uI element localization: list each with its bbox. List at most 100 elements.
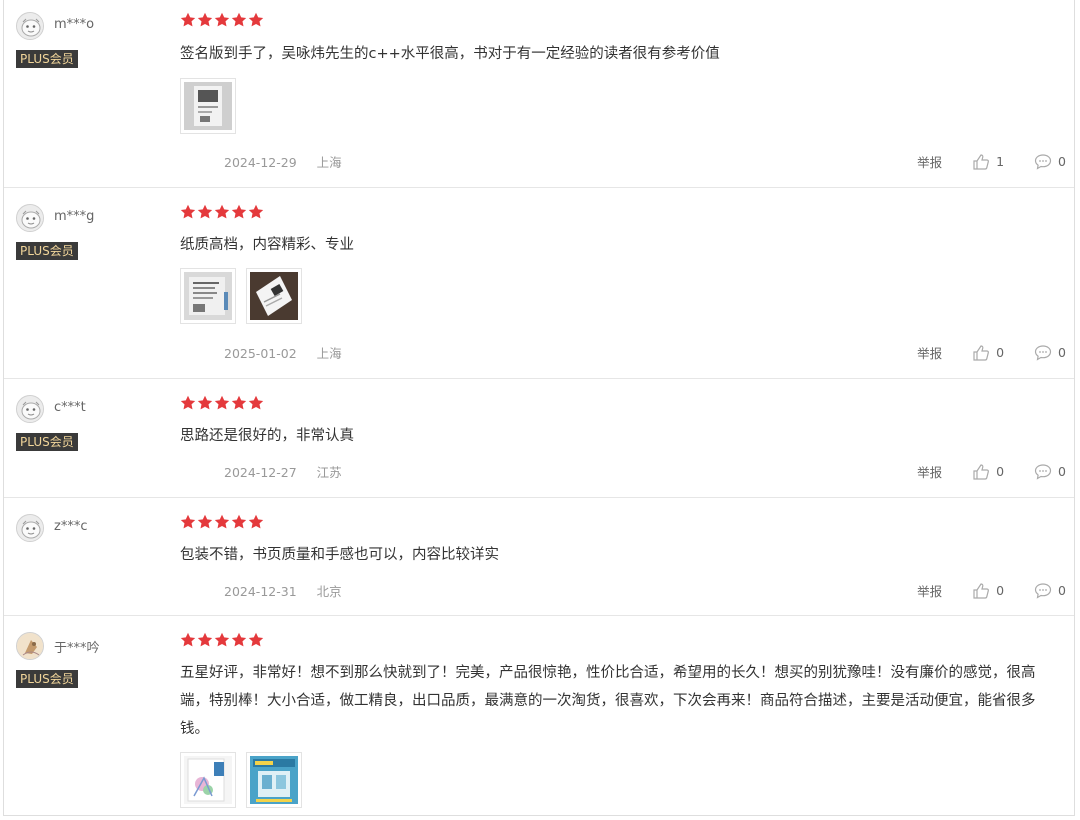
review-actions: 举报 1 0 [917,152,1066,171]
review-images [180,78,236,134]
review-item: m***o PLUS会员 签名版到手了，吴咏炜先生的c++水平很高，书对于有一定… [4,0,1074,188]
review-image-thumbnail[interactable] [246,752,302,808]
review-image-thumbnail[interactable] [246,268,302,324]
review-actions: 举报 0 0 [917,462,1066,481]
review-text: 包装不错，书页质量和手感也可以，内容比较详实 [180,547,499,563]
review-actions: 举报 0 0 [917,343,1066,362]
star-icon [214,514,230,529]
comment-count: 0 [1058,345,1066,360]
review-location: 江苏 [316,465,342,480]
review-image-thumbnail[interactable] [180,78,236,134]
star-icon [197,204,213,219]
star-icon [231,12,247,27]
username: z***c [54,519,88,534]
report-link[interactable]: 举报 [917,152,942,171]
star-icon [180,632,196,647]
review-text: 纸质高档，内容精彩、专业 [180,237,354,253]
like-button[interactable]: 0 [972,582,1004,600]
avatar[interactable] [16,12,44,40]
thumbs-up-icon [973,153,990,170]
comment-icon [1034,153,1052,170]
review-meta: 2024-12-31 北京 [224,581,342,600]
plus-member-badge: PLUS会员 [16,433,78,451]
report-link[interactable]: 举报 [917,462,942,481]
review-location: 上海 [316,155,342,170]
report-link[interactable]: 举报 [917,581,942,600]
avatar[interactable] [16,632,44,660]
username: 于***吟 [54,641,100,656]
star-icon [180,204,196,219]
comment-icon [1034,582,1052,599]
avatar[interactable] [16,395,44,423]
star-icon [197,12,213,27]
like-count: 0 [996,583,1005,598]
star-icon [180,514,196,529]
star-icon [231,204,247,219]
review-item: 于***吟 PLUS会员 五星好评，非常好！想不到那么快就到了！完美，产品很惊艳… [4,616,1074,815]
star-icon [248,12,264,27]
like-count: 1 [996,154,1005,169]
review-text: 思路还是很好的，非常认真 [180,428,354,444]
star-icon [248,204,264,219]
review-item: m***g PLUS会员 纸质高档，内容精彩、专业 2025-01-02 上海 举… [4,188,1074,379]
star-icon [231,514,247,529]
review-actions: 举报 0 0 [917,581,1066,600]
star-icon [248,632,264,647]
comment-button[interactable]: 0 [1034,463,1066,481]
review-meta: 2024-12-29 上海 [224,152,342,171]
star-icon [231,395,247,410]
review-item: c***t PLUS会员 思路还是很好的，非常认真 2024-12-27 江苏 举… [4,379,1074,498]
review-location: 上海 [316,346,342,361]
star-rating [180,514,264,530]
like-button[interactable]: 0 [972,463,1004,481]
review-meta: 2024-12-27 江苏 [224,462,342,481]
star-icon [214,204,230,219]
comment-button[interactable]: 0 [1034,344,1066,362]
star-icon [180,12,196,27]
plus-member-badge: PLUS会员 [16,50,78,68]
star-icon [214,395,230,410]
review-item: z***c 包装不错，书页质量和手感也可以，内容比较详实 2024-12-31 北… [4,498,1074,616]
like-button[interactable]: 1 [972,153,1004,171]
review-meta: 2025-01-02 上海 [224,343,342,362]
thumbs-up-icon [973,582,990,599]
comment-count: 0 [1058,583,1066,598]
username: m***o [54,17,95,32]
comment-icon [1034,344,1052,361]
review-images [180,268,302,324]
star-icon [180,395,196,410]
star-icon [197,514,213,529]
username: m***g [54,209,95,224]
comment-button[interactable]: 0 [1034,582,1066,600]
star-rating [180,395,264,411]
star-icon [214,12,230,27]
comment-button[interactable]: 0 [1034,153,1066,171]
thumbs-up-icon [973,463,990,480]
avatar[interactable] [16,204,44,232]
review-text: 五星好评，非常好！想不到那么快就到了！完美，产品很惊艳，性价比合适，希望用的长久… [180,665,1036,737]
star-icon [248,514,264,529]
review-text: 签名版到手了，吴咏炜先生的c++水平很高，书对于有一定经验的读者很有参考价值 [180,46,720,62]
star-icon [231,632,247,647]
review-date: 2024-12-29 [224,155,297,170]
review-date: 2025-01-02 [224,346,297,361]
review-date: 2024-12-31 [224,584,297,599]
like-count: 0 [996,464,1005,479]
star-icon [248,395,264,410]
username: c***t [54,400,86,415]
star-rating [180,632,264,648]
like-button[interactable]: 0 [972,344,1004,362]
plus-member-badge: PLUS会员 [16,242,78,260]
star-rating [180,204,264,220]
star-icon [197,395,213,410]
thumbs-up-icon [973,344,990,361]
review-image-thumbnail[interactable] [180,752,236,808]
review-list: m***o PLUS会员 签名版到手了，吴咏炜先生的c++水平很高，书对于有一定… [3,0,1075,816]
review-image-thumbnail[interactable] [180,268,236,324]
plus-member-badge: PLUS会员 [16,670,78,688]
comment-count: 0 [1058,464,1066,479]
review-location: 北京 [316,584,342,599]
report-link[interactable]: 举报 [917,343,942,362]
avatar[interactable] [16,514,44,542]
review-images [180,752,302,808]
